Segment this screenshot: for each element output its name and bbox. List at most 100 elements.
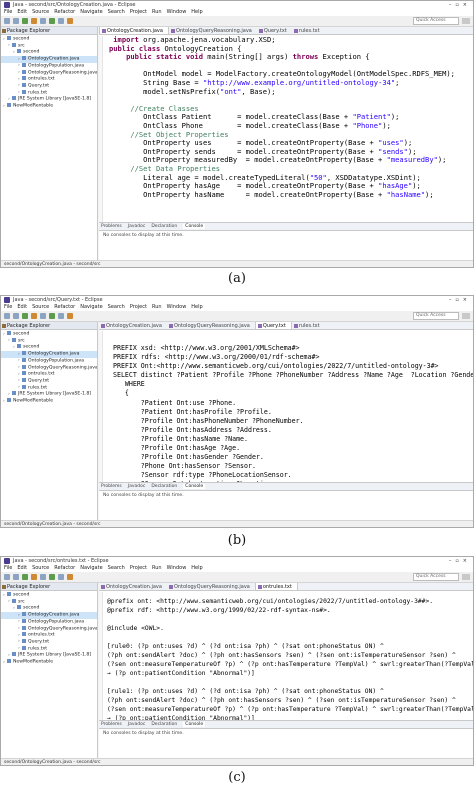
package-explorer-tab[interactable]: Package Explorer — [1, 27, 97, 35]
menu-window[interactable]: Window — [167, 304, 187, 310]
tree-item[interactable]: › Query.txt — [1, 82, 97, 90]
menu-file[interactable]: File — [4, 9, 12, 15]
tree-item[interactable]: › OntologyCreation.java — [1, 351, 97, 358]
forward-icon[interactable] — [67, 574, 73, 580]
quick-access-input[interactable]: Quick Access — [413, 312, 459, 320]
menu-help[interactable]: Help — [191, 9, 202, 15]
menu-navigate[interactable]: Navigate — [80, 565, 102, 571]
editor-tab[interactable]: Query.txt — [257, 27, 292, 34]
tree-item[interactable]: › NewModRentable — [1, 103, 97, 110]
menu-help[interactable]: Help — [191, 304, 202, 310]
editor-tab[interactable]: OntologyCreation.java — [99, 322, 167, 329]
tree-item[interactable]: › ontrules.txt — [1, 371, 97, 378]
tree-item[interactable]: › OntologyPopulation.java — [1, 62, 97, 70]
tab-declaration[interactable]: Declaration — [151, 224, 177, 229]
editor-tab[interactable]: OntologyQueryReasoning.java — [167, 583, 255, 590]
tree-item[interactable]: › OntologyQueryReasoning.java — [1, 364, 97, 372]
tree-item[interactable]: › ontrules.txt — [1, 76, 97, 83]
menu-run[interactable]: Run — [152, 304, 162, 310]
back-icon[interactable] — [58, 574, 64, 580]
tree-item[interactable]: › NewModRentable — [1, 659, 97, 666]
menu-navigate[interactable]: Navigate — [80, 9, 102, 15]
save-icon[interactable] — [13, 313, 19, 319]
menu-refactor[interactable]: Refactor — [54, 565, 75, 571]
run-icon[interactable] — [31, 313, 37, 319]
editor-tab[interactable]: Query.txt — [254, 322, 292, 329]
editor-tab[interactable]: OntologyCreation.java — [99, 583, 167, 590]
tab-problems[interactable]: Problems — [101, 484, 122, 489]
window-controls[interactable]: –▫× — [449, 296, 471, 304]
menu-source[interactable]: Source — [32, 304, 49, 310]
tree-item[interactable]: › JRE System Library [JavaSE-1.8] — [1, 652, 97, 659]
window-controls[interactable]: –▫× — [449, 1, 471, 9]
tab-console[interactable]: Console — [183, 224, 206, 229]
editor-tab[interactable]: OntologyQueryReasoning.java — [169, 27, 257, 34]
tree-item[interactable]: › rules.txt — [1, 89, 97, 97]
menu-edit[interactable]: Edit — [17, 9, 27, 15]
menu-source[interactable]: Source — [32, 565, 49, 571]
menu-navigate[interactable]: Navigate — [80, 304, 102, 310]
editor-tab[interactable]: rules.txt — [292, 322, 325, 329]
tree-item[interactable]: › rules.txt — [1, 384, 97, 392]
menu-project[interactable]: Project — [130, 304, 147, 310]
new-icon[interactable] — [4, 313, 10, 319]
tab-javadoc[interactable]: Javadoc — [128, 484, 146, 489]
tree-item[interactable]: › ontrules.txt — [1, 632, 97, 639]
back-icon[interactable] — [58, 313, 64, 319]
save-icon[interactable] — [13, 18, 19, 24]
debug-icon[interactable] — [22, 18, 28, 24]
debug-icon[interactable] — [22, 313, 28, 319]
tree-item[interactable]: › Query.txt — [1, 638, 97, 646]
editor-tab[interactable]: OntologyCreation.java — [99, 27, 169, 34]
tree-item[interactable]: › src — [1, 598, 97, 606]
tree-item[interactable]: › OntologyCreation.java — [1, 56, 97, 63]
tree-item[interactable]: › src — [1, 42, 97, 50]
code-editor[interactable]: @prefix ont: <http://www.semanticweb.org… — [103, 597, 473, 720]
code-editor[interactable]: PREFIX xsd: <http://www.w3.org/2001/XMLS… — [103, 344, 473, 482]
menu-run[interactable]: Run — [152, 565, 162, 571]
quick-access-input[interactable]: Quick Access — [413, 573, 459, 581]
tree-item[interactable]: › OntologyQueryReasoning.java — [1, 625, 97, 633]
search-icon[interactable] — [49, 18, 55, 24]
tree-item[interactable]: › OntologyPopulation.java — [1, 618, 97, 626]
perspective-icon[interactable] — [462, 574, 470, 580]
menu-source[interactable]: Source — [32, 9, 49, 15]
tab-problems[interactable]: Problems — [101, 224, 122, 229]
editor-tab[interactable]: OntologyQueryReasoning.java — [167, 322, 255, 329]
menu-help[interactable]: Help — [191, 565, 202, 571]
tab-problems[interactable]: Problems — [101, 722, 122, 727]
quick-access-input[interactable]: Quick Access — [413, 17, 459, 25]
new-icon[interactable] — [4, 574, 10, 580]
tree-item[interactable]: › OntologyQueryReasoning.java — [1, 69, 97, 77]
tree-item[interactable]: › JRE System Library [JavaSE-1.8] — [1, 96, 97, 103]
run-icon[interactable] — [31, 18, 37, 24]
menu-window[interactable]: Window — [167, 565, 187, 571]
tree-item[interactable]: › OntologyPopulation.java — [1, 357, 97, 365]
package-explorer-tab[interactable]: Package Explorer — [1, 322, 97, 330]
tree-item[interactable]: › Query.txt — [1, 377, 97, 385]
tree-item[interactable]: › src — [1, 337, 97, 345]
new-class-icon[interactable] — [40, 18, 46, 24]
window-controls[interactable]: –▫× — [449, 557, 471, 565]
menu-project[interactable]: Project — [130, 565, 147, 571]
perspective-icon[interactable] — [462, 313, 470, 319]
debug-icon[interactable] — [22, 574, 28, 580]
menu-search[interactable]: Search — [108, 9, 125, 15]
back-icon[interactable] — [58, 18, 64, 24]
menu-file[interactable]: File — [4, 304, 12, 310]
tree-item[interactable]: › second — [1, 49, 97, 56]
tree-item[interactable]: › JRE System Library [JavaSE-1.8] — [1, 391, 97, 398]
tab-declaration[interactable]: Declaration — [151, 484, 177, 489]
save-icon[interactable] — [13, 574, 19, 580]
tree-item[interactable]: › second — [1, 36, 97, 43]
tree-item[interactable]: › second — [1, 331, 97, 338]
tab-declaration[interactable]: Declaration — [151, 722, 177, 727]
forward-icon[interactable] — [67, 18, 73, 24]
run-icon[interactable] — [31, 574, 37, 580]
tab-console[interactable]: Console — [183, 484, 206, 489]
new-class-icon[interactable] — [40, 313, 46, 319]
menu-search[interactable]: Search — [108, 304, 125, 310]
menu-run[interactable]: Run — [152, 9, 162, 15]
code-editor[interactable]: import org.apache.jena.vocabulary.XSD; pu… — [103, 36, 473, 222]
tab-javadoc[interactable]: Javadoc — [128, 224, 146, 229]
